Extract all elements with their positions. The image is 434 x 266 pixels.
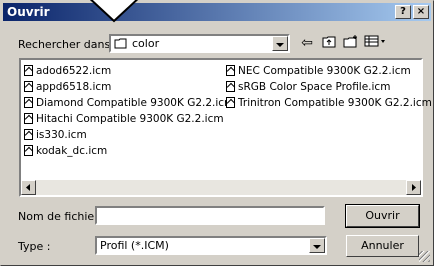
file-icon — [24, 65, 33, 76]
file-icon — [226, 97, 235, 108]
cancel-button[interactable]: Annuler — [346, 235, 419, 257]
list-item[interactable]: appd6518.icm — [24, 80, 111, 94]
folder-icon — [114, 37, 128, 49]
file-list[interactable]: adod6522.icm appd6518.icm Diamond Compat… — [19, 58, 432, 197]
scroll-left-icon[interactable] — [21, 180, 36, 195]
file-icon — [24, 81, 33, 92]
list-item[interactable]: Hitachi Compatible 9300K G2.2.icm — [24, 112, 224, 126]
view-menu-icon[interactable] — [363, 34, 389, 52]
filetype-value: Profil (*.ICM) — [100, 239, 169, 252]
list-item[interactable]: Trinitron Compatible 9300K G2.2.icm — [226, 96, 432, 110]
chevron-down-icon[interactable] — [272, 36, 288, 51]
lookin-value: color — [132, 37, 160, 50]
lookin-combo[interactable]: color — [109, 34, 290, 53]
list-item[interactable]: sRGB Color Space Profile.icm — [226, 80, 390, 94]
new-folder-icon[interactable] — [341, 34, 361, 52]
list-item[interactable]: kodak_dc.icm — [24, 144, 107, 158]
resize-grip-icon[interactable] — [419, 251, 430, 262]
filetype-label: Type : — [18, 240, 51, 253]
help-button[interactable]: ? — [395, 5, 411, 19]
close-button[interactable]: × — [413, 5, 429, 19]
open-dialog: Ouvrir ? × Rechercher dans : color ⇦ ado… — [0, 0, 434, 266]
list-item[interactable]: Diamond Compatible 9300K G2.2.icm — [24, 96, 234, 110]
lookin-label: Rechercher dans : — [18, 38, 118, 51]
list-item[interactable]: adod6522.icm — [24, 64, 111, 78]
callout-pointer-icon — [89, 0, 139, 23]
open-button[interactable]: Ouvrir — [345, 204, 420, 228]
file-icon — [24, 129, 33, 140]
list-item[interactable]: NEC Compatible 9300K G2.2.icm — [226, 64, 411, 78]
up-folder-icon[interactable] — [319, 34, 339, 52]
scroll-right-icon[interactable] — [406, 180, 421, 195]
file-icon — [226, 81, 235, 92]
title-bar[interactable]: Ouvrir ? × — [3, 3, 431, 21]
filename-input[interactable] — [95, 206, 325, 225]
file-icon — [24, 113, 33, 124]
chevron-down-icon[interactable] — [309, 238, 325, 253]
list-item[interactable]: is330.icm — [24, 128, 87, 142]
filetype-combo[interactable]: Profil (*.ICM) — [95, 236, 327, 255]
horizontal-scrollbar[interactable] — [21, 180, 421, 195]
back-arrow-icon[interactable]: ⇦ — [297, 34, 317, 52]
file-icon — [226, 65, 235, 76]
dialog-title: Ouvrir — [7, 5, 50, 19]
filename-label: Nom de fichier : — [18, 210, 106, 223]
file-icon — [24, 145, 33, 156]
file-icon — [24, 97, 33, 108]
